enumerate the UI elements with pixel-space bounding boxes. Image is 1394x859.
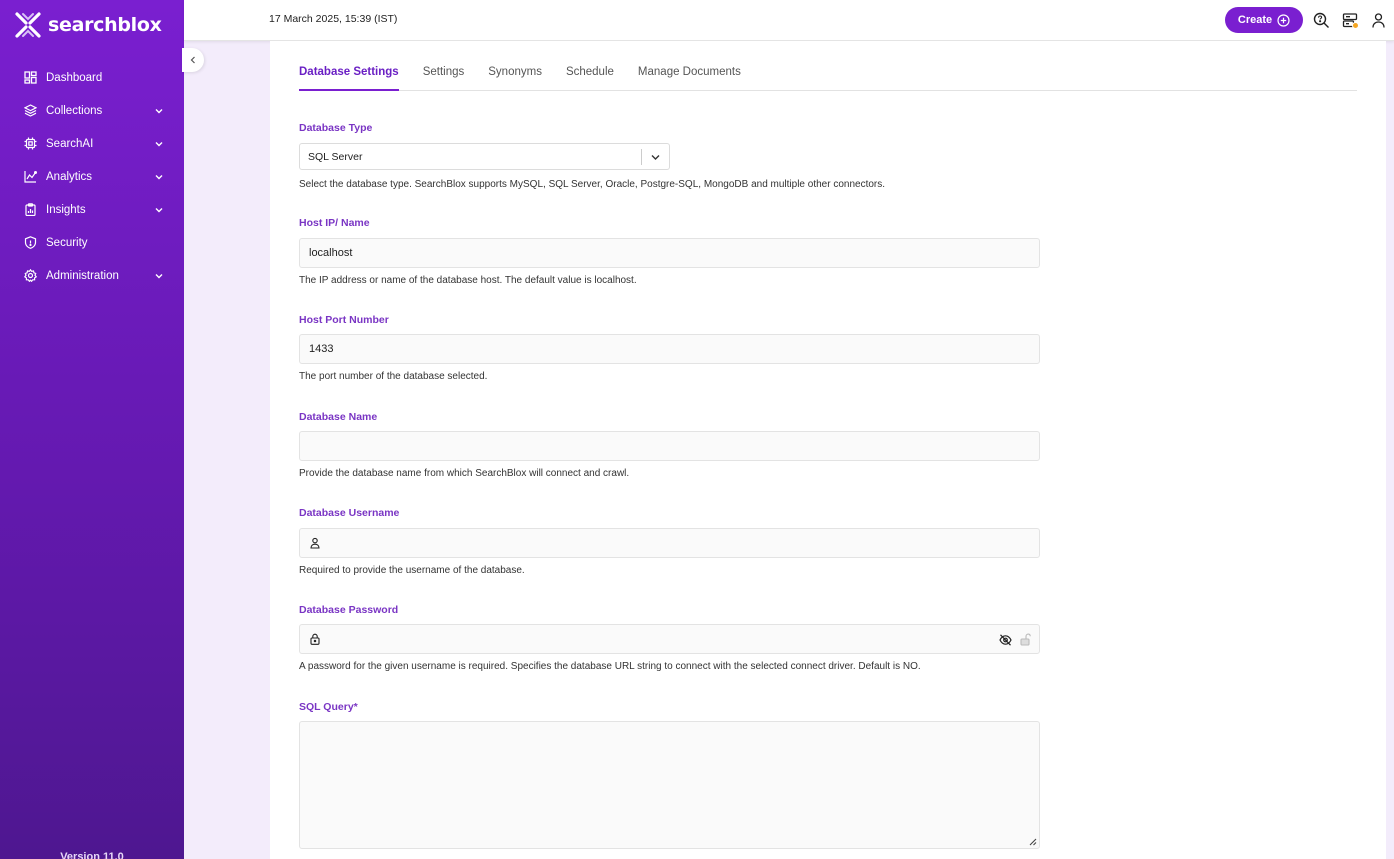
sidebar-item-label: Security — [46, 236, 88, 249]
gear-icon — [23, 269, 37, 283]
database-username-help: Required to provide the username of the … — [299, 565, 525, 576]
host-label: Host IP/ Name — [299, 217, 370, 229]
sidebar-item-label: Dashboard — [46, 71, 103, 84]
database-name-label: Database Name — [299, 411, 378, 423]
chevron-down-icon[interactable] — [154, 106, 164, 116]
dashboard-icon — [23, 71, 37, 85]
chip-icon — [23, 137, 37, 151]
chevron-left-icon — [190, 56, 195, 64]
chevron-down-icon[interactable] — [154, 271, 164, 281]
host-help: The IP address or name of the database h… — [299, 275, 637, 286]
database-password-label: Database Password — [299, 604, 399, 616]
shield-icon — [23, 236, 37, 250]
sidebar-item-label: Administration — [46, 269, 119, 282]
sidebar-item-label: Collections — [46, 104, 103, 117]
clipboard-icon — [23, 203, 37, 217]
chevron-down-icon[interactable] — [154, 172, 164, 182]
database-name-help: Provide the database name from which Sea… — [299, 468, 630, 479]
host-input-value: localhost — [309, 247, 353, 259]
sidebar-item-searchai[interactable]: SearchAI — [0, 127, 184, 160]
sidebar-item-administration[interactable]: Administration — [0, 259, 184, 292]
sidebar-item-dashboard[interactable]: Dashboard — [0, 61, 184, 94]
layers-icon — [23, 104, 37, 118]
database-type-help: Select the database type. SearchBlox sup… — [299, 179, 886, 190]
chevron-down-icon[interactable] — [650, 152, 661, 163]
database-type-label: Database Type — [299, 122, 373, 134]
top-bar: 17 March 2025, 15:39 (IST) Create — [184, 0, 1394, 41]
main-content: Database Settings Settings Synonyms Sche… — [270, 41, 1386, 859]
host-field: Host IP/ Name localhost The IP address o… — [299, 217, 1040, 286]
sidebar-item-label: Analytics — [46, 170, 93, 183]
database-username-label: Database Username — [299, 507, 400, 519]
logo[interactable]: searchblox — [14, 11, 162, 39]
sidebar-item-security[interactable]: Security — [0, 226, 184, 259]
eye-off-icon[interactable] — [999, 634, 1012, 646]
sql-query-field: SQL Query* — [299, 701, 1040, 849]
port-input-value: 1433 — [309, 343, 334, 355]
version-label: Version 11.0 — [60, 851, 124, 859]
select-divider — [641, 149, 642, 165]
database-type-value: SQL Server — [308, 150, 363, 163]
lock-icon — [309, 633, 321, 645]
database-username-field: Database Username Required to provide th… — [299, 507, 1040, 576]
database-password-help: A password for the given username is req… — [299, 661, 921, 672]
tab-synonyms[interactable]: Synonyms — [488, 57, 542, 91]
create-button-label: Create — [1237, 14, 1273, 26]
unlock-icon[interactable] — [1020, 633, 1031, 646]
host-input[interactable]: localhost — [299, 238, 1040, 268]
sidebar-item-analytics[interactable]: Analytics — [0, 160, 184, 193]
database-name-input[interactable] — [299, 431, 1040, 461]
tab-database-settings[interactable]: Database Settings — [299, 57, 399, 91]
port-field: Host Port Number 1433 The port number of… — [299, 314, 1040, 382]
chevron-down-icon[interactable] — [154, 205, 164, 215]
logo-text: searchblox — [48, 14, 162, 36]
analytics-icon — [23, 170, 37, 184]
user-icon — [309, 537, 321, 549]
sidebar-item-label: SearchAI — [46, 137, 94, 150]
database-password-field: Database Password A password for the giv… — [299, 604, 1040, 672]
port-label: Host Port Number — [299, 314, 389, 326]
search-help-icon[interactable] — [1313, 12, 1330, 29]
database-name-field: Database Name Provide the database name … — [299, 411, 1040, 479]
database-type-field: Database Type SQL Server Select the data… — [299, 122, 885, 190]
port-input[interactable]: 1433 — [299, 334, 1040, 364]
sql-query-textarea[interactable] — [299, 721, 1040, 849]
server-status-icon[interactable] — [1342, 12, 1359, 29]
tab-schedule[interactable]: Schedule — [566, 57, 614, 91]
port-help: The port number of the database selected… — [299, 371, 488, 382]
sidebar-nav: Dashboard Collections SearchAI Analytics — [0, 61, 184, 292]
database-username-input[interactable] — [299, 528, 1040, 558]
create-button[interactable]: Create — [1225, 7, 1303, 33]
sidebar-item-insights[interactable]: Insights — [0, 193, 184, 226]
chevron-down-icon[interactable] — [154, 139, 164, 149]
searchblox-logo-icon — [15, 12, 41, 38]
user-icon[interactable] — [1370, 12, 1387, 29]
sidebar-collapse-button[interactable] — [182, 48, 204, 72]
current-datetime: 17 March 2025, 15:39 (IST) — [269, 13, 398, 25]
tab-settings[interactable]: Settings — [423, 57, 465, 91]
tab-bar: Database Settings Settings Synonyms Sche… — [299, 57, 1357, 91]
sidebar-item-label: Insights — [46, 203, 86, 216]
database-password-input[interactable] — [299, 624, 1040, 654]
resize-handle-icon[interactable] — [1027, 836, 1037, 846]
sidebar-item-collections[interactable]: Collections — [0, 94, 184, 127]
tab-manage-documents[interactable]: Manage Documents — [638, 57, 741, 91]
database-type-select[interactable]: SQL Server — [299, 143, 670, 170]
sql-query-label: SQL Query* — [299, 701, 358, 713]
plus-circle-icon — [1277, 13, 1290, 27]
sidebar: searchblox Dashboard Collections SearchA… — [0, 0, 184, 859]
